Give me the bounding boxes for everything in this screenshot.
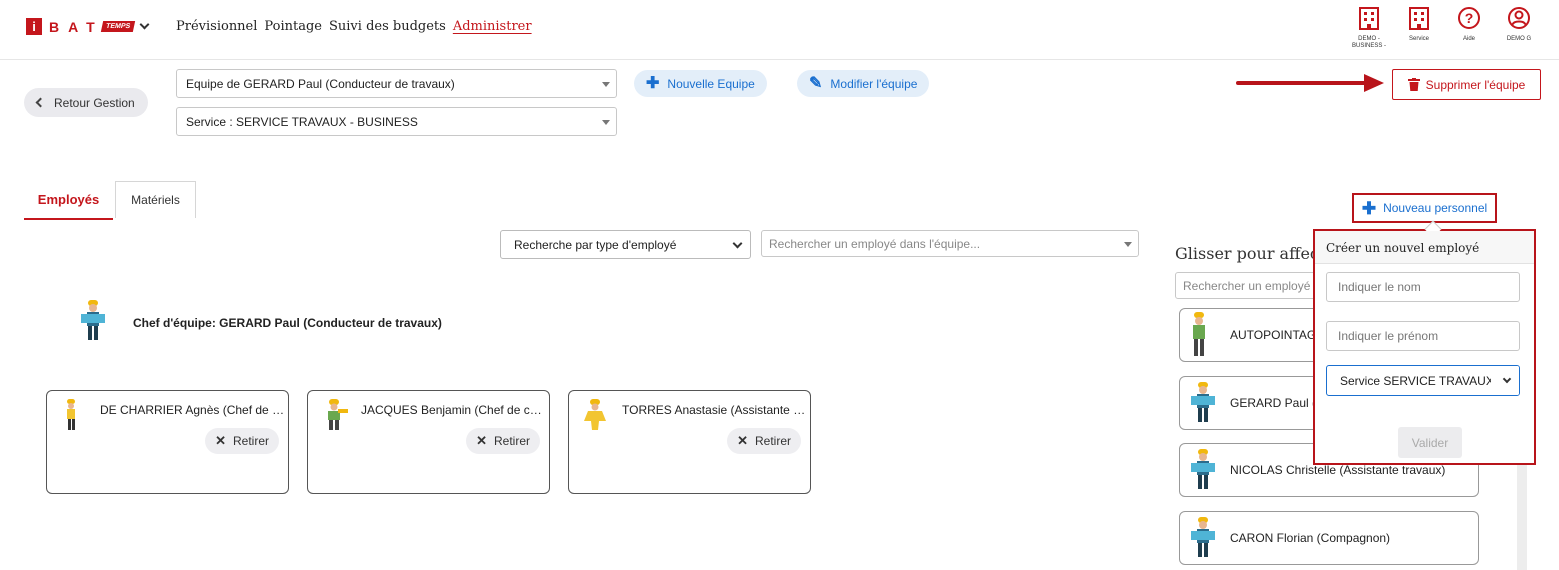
- help-icon: ?: [1458, 7, 1480, 29]
- company-label: DEMO - BUSINESS -: [1351, 36, 1386, 49]
- available-employee-card[interactable]: CARON Florian (Compagnon): [1179, 511, 1479, 565]
- team-member-name: TORRES Anastasie (Assistante travaux): [622, 403, 807, 417]
- logo-text: BAT: [49, 18, 104, 35]
- building-icon: [1359, 7, 1379, 30]
- chevron-left-icon: [35, 97, 46, 108]
- main-menu: Prévisionnel Pointage Suivi des budgets …: [176, 19, 532, 34]
- menu-item-suivi-budgets[interactable]: Suivi des budgets: [329, 19, 446, 34]
- worker-avatar-icon: [1191, 449, 1215, 489]
- top-navbar: i BAT TEMPS Prévisionnel Pointage Suivi …: [0, 0, 1559, 60]
- user-icon: [1508, 7, 1530, 29]
- help-label: Aide: [1462, 36, 1475, 42]
- logo-mark: i: [26, 18, 42, 35]
- worker-avatar-icon: [1191, 382, 1215, 422]
- logo-badge: TEMPS: [100, 21, 136, 32]
- employee-type-value: Recherche par type d'employé: [514, 237, 677, 252]
- lastname-input[interactable]: Indiquer le nom: [1326, 272, 1520, 302]
- employee-search-input[interactable]: Rechercher un employé: [1175, 272, 1325, 299]
- pencil-icon: ✎: [809, 74, 823, 92]
- svg-text:?: ?: [1465, 10, 1474, 26]
- worker-avatar-icon: [81, 300, 105, 340]
- user-menu[interactable]: DEMO G: [1503, 6, 1535, 50]
- worker-avatar-icon: [1193, 312, 1205, 356]
- worker-avatar-icon: [67, 399, 75, 430]
- caret-down-icon: [602, 82, 610, 87]
- company-switcher[interactable]: DEMO - BUSINESS -: [1352, 6, 1386, 50]
- submit-button[interactable]: Valider: [1398, 427, 1462, 458]
- remove-member-button[interactable]: ✕ Retirer: [466, 428, 540, 454]
- edit-team-button[interactable]: ✎ Modifier l'équipe: [797, 70, 930, 97]
- team-member-name: JACQUES Benjamin (Chef de chantier): [361, 403, 546, 417]
- team-member-card[interactable]: DE CHARRIER Agnès (Chef de chantier) ✕ R…: [46, 390, 289, 494]
- service-select-value: Service : SERVICE TRAVAUX - BUSINESS: [186, 114, 418, 129]
- side-panel-scrollbar[interactable]: [1517, 460, 1527, 570]
- new-employee-popover: Créer un nouvel employé Indiquer le nom …: [1313, 220, 1536, 465]
- team-member-card[interactable]: TORRES Anastasie (Assistante travaux) ✕ …: [568, 390, 811, 494]
- red-arrow-annotation: [1236, 74, 1384, 92]
- trash-icon: [1407, 78, 1420, 91]
- team-select-value: Equipe de GERARD Paul (Conducteur de tra…: [186, 76, 455, 91]
- building-icon: [1409, 7, 1429, 30]
- new-team-button[interactable]: ✚ Nouvelle Equipe: [634, 70, 767, 97]
- service-select[interactable]: Service : SERVICE TRAVAUX - BUSINESS: [176, 107, 617, 136]
- worker-avatar-icon: [1191, 517, 1215, 557]
- edit-team-label: Modifier l'équipe: [830, 76, 918, 91]
- remove-member-button[interactable]: ✕ Retirer: [205, 428, 279, 454]
- top-icon-bar: DEMO - BUSINESS - Service ? Aide DEMO G: [1352, 6, 1535, 50]
- service-switcher[interactable]: Service: [1403, 6, 1435, 50]
- team-member-name: DE CHARRIER Agnès (Chef de chantier): [100, 403, 285, 417]
- new-staff-button[interactable]: ✚ Nouveau personnel: [1352, 193, 1497, 223]
- tab-materials[interactable]: Matériels: [115, 181, 196, 218]
- user-label: DEMO G: [1506, 36, 1532, 42]
- team-search-input[interactable]: Rechercher un employé dans l'équipe...: [761, 230, 1139, 257]
- delete-team-label: Supprimer l'équipe: [1425, 77, 1526, 92]
- worker-avatar-icon: [328, 399, 348, 430]
- team-member-card[interactable]: JACQUES Benjamin (Chef de chantier) ✕ Re…: [307, 390, 550, 494]
- worker-avatar-icon: [584, 399, 606, 430]
- available-employee-name: GERARD Paul (: [1230, 396, 1317, 410]
- employee-type-select[interactable]: Recherche par type d'employé: [500, 230, 751, 259]
- available-employee-name: CARON Florian (Compagnon): [1230, 531, 1391, 545]
- new-team-label: Nouvelle Equipe: [667, 76, 755, 91]
- popover-title: Créer un nouvel employé: [1315, 231, 1534, 264]
- close-icon: ✕: [476, 433, 487, 448]
- menu-item-previsionnel[interactable]: Prévisionnel: [176, 19, 257, 34]
- team-select[interactable]: Equipe de GERARD Paul (Conducteur de tra…: [176, 69, 617, 98]
- plus-icon: ✚: [1361, 198, 1377, 218]
- help-button[interactable]: ? Aide: [1453, 6, 1485, 50]
- menu-item-administrer[interactable]: Administrer: [453, 19, 532, 34]
- caret-down-icon: [602, 120, 610, 125]
- close-icon: ✕: [215, 433, 226, 448]
- close-icon: ✕: [737, 433, 748, 448]
- service-dropdown[interactable]: Service SERVICE TRAVAUX: [1326, 365, 1520, 396]
- app-root: i BAT TEMPS Prévisionnel Pointage Suivi …: [0, 0, 1559, 570]
- back-button-label: Retour Gestion: [54, 95, 135, 110]
- remove-member-label: Retirer: [493, 434, 530, 448]
- tab-employees[interactable]: Employés: [24, 181, 113, 220]
- plus-icon: ✚: [646, 74, 660, 92]
- menu-item-pointage[interactable]: Pointage: [264, 19, 322, 34]
- back-button[interactable]: Retour Gestion: [24, 88, 148, 117]
- new-staff-label: Nouveau personnel: [1383, 201, 1488, 215]
- team-leader-label: Chef d'équipe: GERARD Paul (Conducteur d…: [133, 316, 442, 330]
- team-search-placeholder: Rechercher un employé dans l'équipe...: [769, 236, 981, 251]
- firstname-input[interactable]: Indiquer le prénom: [1326, 321, 1520, 351]
- remove-member-button[interactable]: ✕ Retirer: [727, 428, 801, 454]
- app-logo[interactable]: i BAT TEMPS: [26, 18, 150, 35]
- delete-team-button[interactable]: Supprimer l'équipe: [1392, 69, 1541, 100]
- chevron-down-icon[interactable]: [139, 19, 150, 30]
- available-employee-name: NICOLAS Christelle (Assistante travaux): [1230, 463, 1446, 477]
- remove-member-label: Retirer: [232, 434, 269, 448]
- caret-down-icon: [1124, 242, 1132, 247]
- chevron-down-icon: [732, 238, 743, 249]
- remove-member-label: Retirer: [754, 434, 791, 448]
- service-dropdown-value: Service SERVICE TRAVAUX: [1340, 373, 1494, 388]
- service-label: Service: [1408, 36, 1429, 42]
